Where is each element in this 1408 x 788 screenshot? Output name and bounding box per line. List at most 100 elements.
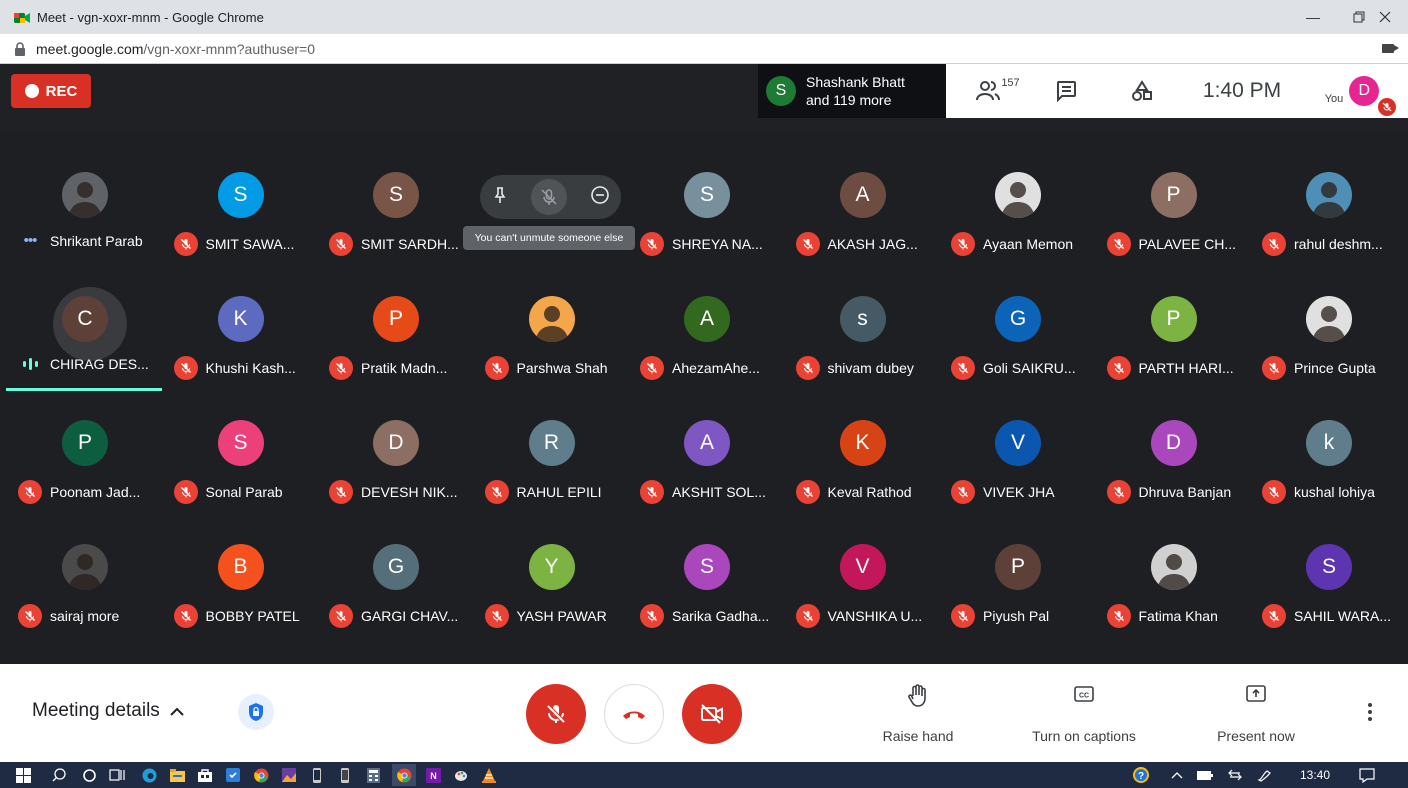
participant-tile[interactable]: S Sarika Gadha...: [628, 504, 783, 632]
task-view-icon[interactable]: [108, 766, 126, 784]
participant-tile[interactable]: k kushal lohiya: [1250, 380, 1405, 508]
participant-avatar: P: [1150, 172, 1197, 218]
raise-hand-label: Raise hand: [882, 728, 954, 744]
participant-tile[interactable]: G Goli SAIKRU...: [939, 256, 1094, 384]
more-options-icon[interactable]: [1358, 700, 1382, 724]
present-now-button[interactable]: Present now: [1208, 684, 1304, 744]
meeting-details-button[interactable]: Meeting details: [32, 700, 184, 722]
phone-app-icon[interactable]: [308, 766, 326, 784]
leave-call-button[interactable]: [604, 684, 664, 744]
paint-icon[interactable]: [452, 766, 470, 784]
participant-tile[interactable]: P Poonam Jad...: [6, 380, 161, 508]
camera-toggle-button[interactable]: [682, 684, 742, 744]
participant-tile[interactable]: V VIVEK JHA: [939, 380, 1094, 508]
participant-tile[interactable]: A AhezamAhe...: [628, 256, 783, 384]
participant-tile[interactable]: A AKSHIT SOL...: [628, 380, 783, 508]
participant-name-row: kushal lohiya: [1262, 480, 1375, 504]
camera-indicator-icon[interactable]: [1382, 44, 1399, 53]
participant-tile[interactable]: C CHIRAG DES...: [6, 256, 161, 384]
captions-button[interactable]: CC Turn on captions: [1024, 684, 1144, 744]
participant-tile[interactable]: Prince Gupta: [1250, 256, 1405, 384]
participant-tile[interactable]: S Sonal Parab: [162, 380, 317, 508]
search-icon[interactable]: [50, 766, 68, 784]
participant-tile[interactable]: s shivam dubey: [784, 256, 939, 384]
participant-name: Sarika Gadha...: [672, 608, 770, 624]
participant-tile[interactable]: [473, 132, 628, 260]
participant-tile[interactable]: D Dhruva Banjan: [1095, 380, 1250, 508]
participant-tile[interactable]: R RAHUL EPILI: [473, 380, 628, 508]
participant-tile[interactable]: ••• Shrikant Parab: [6, 132, 161, 260]
security-app-icon[interactable]: [224, 766, 242, 784]
participant-tile[interactable]: S SMIT SAWA...: [162, 132, 317, 260]
participant-tile[interactable]: P PALAVEE CH...: [1095, 132, 1250, 260]
participant-tile[interactable]: S SHREYA NA...: [628, 132, 783, 260]
mic-off-icon: [484, 480, 509, 504]
participant-name: Goli SAIKRU...: [983, 360, 1076, 376]
participant-tile[interactable]: sairaj more: [6, 504, 161, 632]
people-button[interactable]: 157: [968, 64, 1028, 118]
participant-tile[interactable]: B BOBBY PATEL: [162, 504, 317, 632]
participant-avatar: D: [373, 420, 419, 466]
chrome-active-icon[interactable]: [392, 764, 416, 786]
participant-name: SAHIL WARA...: [1294, 608, 1391, 624]
activities-button[interactable]: [1122, 64, 1162, 118]
microphone-toggle-button[interactable]: [526, 684, 586, 744]
speaker-others: and 119 more: [806, 92, 892, 108]
close-window-button[interactable]: [1362, 0, 1408, 34]
participant-tile[interactable]: Y YASH PAWAR: [473, 504, 628, 632]
participant-tile[interactable]: G GARGI CHAV...: [317, 504, 472, 632]
hang-up-icon: [623, 711, 645, 719]
participant-avatar: S: [373, 172, 419, 218]
device-app-icon[interactable]: [336, 766, 354, 784]
battery-icon[interactable]: [1196, 766, 1214, 784]
pen-icon[interactable]: [1256, 766, 1274, 784]
participant-tile[interactable]: S SAHIL WARA...: [1250, 504, 1405, 632]
windows-start-icon[interactable]: [14, 766, 32, 784]
chevron-up-tray-icon[interactable]: [1168, 766, 1186, 784]
recording-button[interactable]: REC: [11, 74, 91, 108]
participant-name-row: AKASH JAG...: [795, 232, 918, 256]
participant-tile[interactable]: Ayaan Memon: [939, 132, 1094, 260]
cortana-icon[interactable]: [80, 766, 98, 784]
raise-hand-button[interactable]: Raise hand: [876, 684, 960, 744]
participant-avatar: C: [62, 296, 108, 342]
captions-label: Turn on captions: [1032, 728, 1136, 744]
notifications-icon[interactable]: [1358, 766, 1376, 784]
participant-name-row: Parshwa Shah: [484, 356, 608, 380]
participant-tile[interactable]: K Keval Rathod: [784, 380, 939, 508]
host-controls-button[interactable]: [238, 694, 274, 730]
participant-tile[interactable]: A AKASH JAG...: [784, 132, 939, 260]
svg-text:?: ?: [1138, 771, 1144, 782]
onenote-icon[interactable]: N: [424, 766, 442, 784]
participant-tile[interactable]: P Piyush Pal: [939, 504, 1094, 632]
store-icon[interactable]: [196, 766, 214, 784]
svg-text:CC: CC: [1079, 693, 1089, 700]
participant-tile[interactable]: Parshwa Shah: [473, 256, 628, 384]
participant-tile[interactable]: P Pratik Madn...: [317, 256, 472, 384]
url-text[interactable]: meet.google.com/vgn-xoxr-mnm?authuser=0: [36, 41, 315, 57]
participant-tile[interactable]: rahul deshm...: [1250, 132, 1405, 260]
participant-tile[interactable]: Fatima Khan: [1095, 504, 1250, 632]
chrome-taskbar-icon[interactable]: [252, 766, 270, 784]
participant-tile[interactable]: K Khushi Kash...: [162, 256, 317, 384]
file-explorer-icon[interactable]: [168, 766, 186, 784]
chat-button[interactable]: [1046, 64, 1086, 118]
help-tray-icon[interactable]: ?: [1132, 766, 1150, 784]
participant-tile[interactable]: D DEVESH NIK...: [317, 380, 472, 508]
participant-name-row: Fatima Khan: [1106, 604, 1218, 628]
network-icon[interactable]: [1226, 766, 1244, 784]
minimize-button[interactable]: —: [1290, 0, 1336, 34]
speaking-audio-icon: [18, 358, 42, 370]
participant-tile[interactable]: V VANSHIKA U...: [784, 504, 939, 632]
participant-tile[interactable]: P PARTH HARI...: [1095, 256, 1250, 384]
vlc-icon[interactable]: [480, 766, 498, 784]
address-bar[interactable]: meet.google.com/vgn-xoxr-mnm?authuser=0: [0, 34, 1408, 64]
participant-name-row: Khushi Kash...: [173, 356, 296, 380]
svg-text:N: N: [430, 771, 437, 781]
participant-name: AhezamAhe...: [672, 360, 760, 376]
calculator-icon[interactable]: [364, 766, 382, 784]
participant-tile[interactable]: S SMIT SARDH...: [317, 132, 472, 260]
photos-app-icon[interactable]: [280, 766, 298, 784]
participant-name-row: shivam dubey: [795, 356, 914, 380]
edge-icon[interactable]: [140, 766, 158, 784]
